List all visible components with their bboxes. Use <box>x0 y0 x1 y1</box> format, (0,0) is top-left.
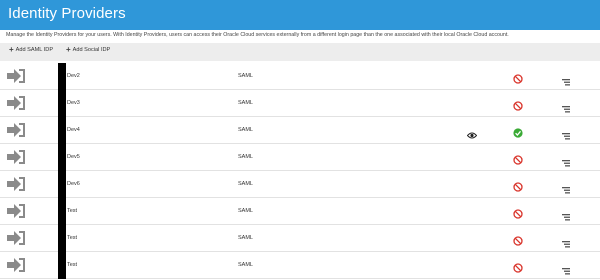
provider-row[interactable]: Dev5 SAML <box>0 144 600 171</box>
eye-icon[interactable] <box>466 126 478 139</box>
check-icon <box>513 125 523 138</box>
sign-in-icon <box>6 122 26 138</box>
provider-type: SAML <box>238 127 253 133</box>
redaction-bar <box>58 90 66 117</box>
provider-row[interactable]: Dev3 SAML <box>0 90 600 117</box>
row-actions-icon[interactable] <box>562 127 570 140</box>
provider-type: SAML <box>238 181 253 187</box>
provider-type: SAML <box>238 208 253 214</box>
disabled-icon <box>513 98 523 111</box>
provider-name[interactable]: Dev6 <box>67 181 80 187</box>
provider-row[interactable]: Dev2 SAML <box>0 63 600 90</box>
provider-row[interactable]: Test SAML <box>0 198 600 225</box>
disabled-icon <box>513 233 523 246</box>
provider-list: Dev2 SAML Dev3 SAML Dev4 SAML Dev5 SAML Dev6 SAML… <box>0 63 600 279</box>
provider-type: SAML <box>238 73 253 79</box>
row-actions-icon[interactable] <box>562 154 570 167</box>
row-actions-icon[interactable] <box>562 73 570 86</box>
page-description: Manage the Identity Providers for your u… <box>6 32 509 38</box>
redaction-bar <box>58 144 66 171</box>
provider-name[interactable]: Dev5 <box>67 154 80 160</box>
provider-name[interactable]: Dev3 <box>67 100 80 106</box>
disabled-icon <box>513 152 523 165</box>
disabled-icon <box>513 260 523 273</box>
provider-row[interactable]: Dev6 SAML <box>0 171 600 198</box>
disabled-icon <box>513 71 523 84</box>
provider-name[interactable]: Test <box>67 208 77 214</box>
plus-icon: + <box>66 45 71 54</box>
add-social-idp-label: Add Social IDP <box>72 47 111 53</box>
row-actions-icon[interactable] <box>562 262 570 275</box>
redaction-bar <box>58 117 66 144</box>
plus-icon: + <box>9 45 14 54</box>
row-actions-icon[interactable] <box>562 181 570 194</box>
page-title: Identity Providers <box>8 5 126 22</box>
page-header: Identity Providers <box>0 0 600 30</box>
add-social-idp-button[interactable]: + Add Social IDP <box>66 45 111 54</box>
row-actions-icon[interactable] <box>562 208 570 221</box>
sign-in-icon <box>6 95 26 111</box>
provider-name[interactable]: Test <box>67 262 77 268</box>
row-actions-icon[interactable] <box>562 100 570 113</box>
provider-row[interactable]: Dev4 SAML <box>0 117 600 144</box>
provider-name[interactable]: Dev2 <box>67 73 80 79</box>
provider-name[interactable]: Dev4 <box>67 127 80 133</box>
provider-type: SAML <box>238 154 253 160</box>
disabled-icon <box>513 179 523 192</box>
redaction-bar <box>58 63 66 90</box>
sign-in-icon <box>6 230 26 246</box>
redaction-bar <box>58 225 66 252</box>
disabled-icon <box>513 206 523 219</box>
provider-name[interactable]: Test <box>67 235 77 241</box>
redaction-bar <box>58 171 66 198</box>
add-saml-idp-button[interactable]: + Add SAML IDP <box>9 45 54 54</box>
provider-row[interactable]: Test SAML <box>0 225 600 252</box>
add-saml-idp-label: Add SAML IDP <box>15 47 54 53</box>
sign-in-icon <box>6 68 26 84</box>
provider-type: SAML <box>238 100 253 106</box>
row-actions-icon[interactable] <box>562 235 570 248</box>
sign-in-icon <box>6 176 26 192</box>
provider-type: SAML <box>238 262 253 268</box>
toolbar: + Add SAML IDP + Add Social IDP <box>0 43 600 61</box>
redaction-bar <box>58 198 66 225</box>
sign-in-icon <box>6 149 26 165</box>
sign-in-icon <box>6 203 26 219</box>
provider-type: SAML <box>238 235 253 241</box>
sign-in-icon <box>6 257 26 273</box>
